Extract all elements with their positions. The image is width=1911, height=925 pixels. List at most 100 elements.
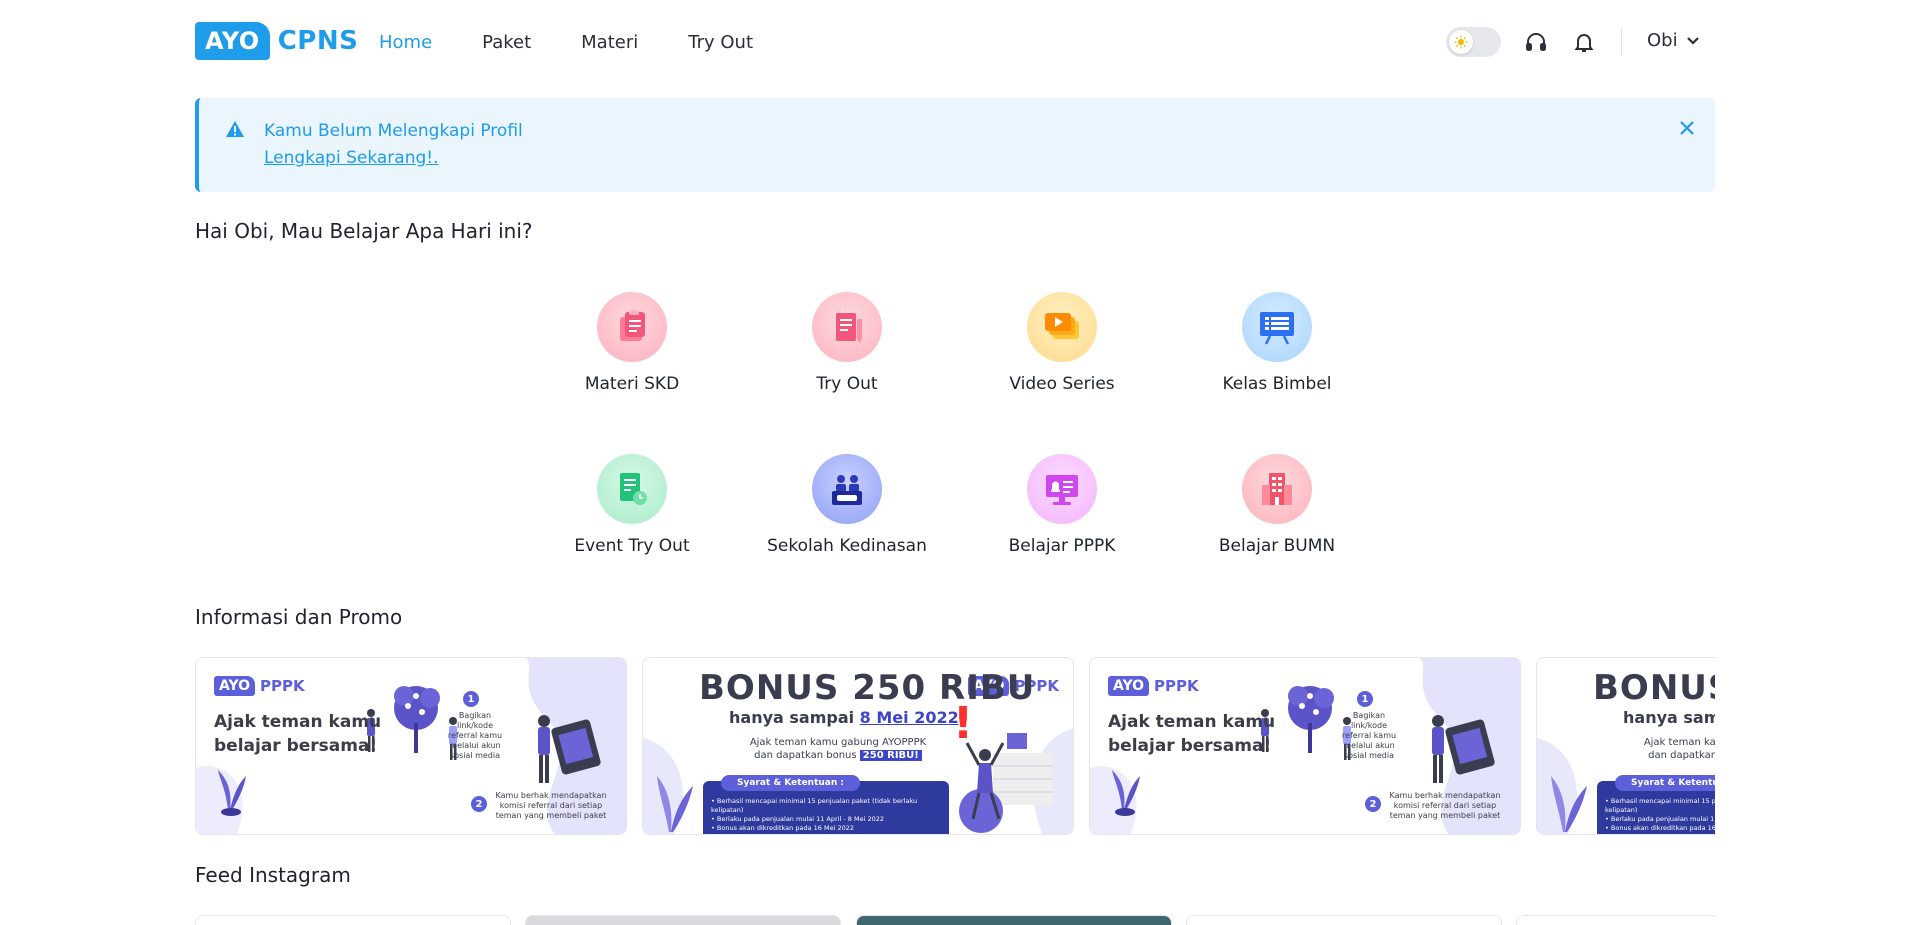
brand-logo-box: AYO	[195, 22, 270, 60]
brand-logo-text: CPNS	[277, 26, 359, 56]
menu-label: Kelas Bimbel	[1222, 374, 1332, 394]
school-podium-icon	[812, 454, 882, 524]
ayo-pppk-logo-text: PPPK	[1154, 677, 1199, 695]
promo-step-2-text: Kamu berhak mendapatkan komisi referral …	[495, 791, 607, 820]
menu-kelas-bimbel[interactable]: Kelas Bimbel	[1177, 292, 1377, 394]
menu-sekolah-kedinasan[interactable]: Sekolah Kedinasan	[747, 454, 947, 556]
whiteboard-icon	[1242, 292, 1312, 362]
theme-toggle[interactable]	[1446, 27, 1501, 57]
brand-logo[interactable]: AYO CPNS	[195, 22, 358, 60]
promo-term: • Berhasil mencapai minimal 15 penjualan…	[1605, 797, 1715, 814]
instagram-post[interactable]	[525, 915, 841, 925]
header-divider	[1621, 28, 1622, 56]
promo-bonus-date: 8 Mei 2022	[859, 708, 959, 727]
nav-try-out[interactable]: Try Out	[688, 30, 753, 56]
promo-bonus-amount: 250 RIBU!	[859, 750, 922, 761]
promo-term: • Berlaku pada penjualan mulai 11 April …	[711, 815, 884, 823]
menu-label: Event Try Out	[574, 536, 690, 556]
menu-label: Sekolah Kedinasan	[767, 536, 927, 556]
close-icon[interactable]	[1677, 118, 1697, 142]
nav-materi[interactable]: Materi	[581, 30, 638, 56]
instagram-post[interactable]	[195, 915, 511, 925]
nav-home[interactable]: Home	[379, 30, 432, 56]
promo-headline: Ajak teman kamu belajar bersama!	[214, 712, 382, 756]
promo-terms-title: Syarat & Ketentuan :	[721, 775, 861, 791]
menu-event-try-out[interactable]: Event Try Out	[532, 454, 732, 556]
promo-bonus-desc-line2: dan dapatkan bonus	[1648, 750, 1715, 761]
nav-paket[interactable]: Paket	[482, 30, 531, 56]
promo-term: • Berhasil mencapai minimal 15 penjualan…	[711, 797, 918, 814]
promo-bonus-desc-line2: dan dapatkan bonus	[754, 750, 857, 761]
promo-terms-box: Syarat & Ketentuan : • Berhasil mencapai…	[1597, 775, 1715, 834]
video-stack-icon	[1027, 292, 1097, 362]
menu-try-out[interactable]: Try Out	[747, 292, 947, 394]
promo-bonus-subtitle-prefix: hanya sampai	[1623, 708, 1715, 727]
promo-section-title: Informasi dan Promo	[195, 605, 403, 629]
promo-terms-list: • Berhasil mencapai minimal 15 penjualan…	[711, 797, 947, 833]
promo-step-1-text: Bagikan link/kode referral kamu melalui …	[447, 711, 503, 760]
menu-belajar-bumn[interactable]: Belajar BUMN	[1177, 454, 1377, 556]
promo-carousel[interactable]: AYO PPPK Ajak teman kamu belajar bersama…	[195, 657, 1715, 835]
document-pencil-icon	[812, 292, 882, 362]
bell-icon[interactable]	[1572, 30, 1596, 54]
menu-belajar-pppk[interactable]: Belajar PPPK	[962, 454, 1162, 556]
top-navbar: AYO CPNS Home Paket Materi Try Out Obi	[0, 0, 1911, 86]
promo-terms-box: Syarat & Ketentuan : • Berhasil mencapai…	[703, 775, 949, 834]
step-number-1: 1	[1357, 691, 1373, 707]
menu-label: Belajar BUMN	[1218, 536, 1336, 556]
menu-label: Materi SKD	[584, 374, 680, 394]
promo-bonus-subtitle: hanya sampai 8 Mei 2022	[729, 708, 959, 727]
building-icon	[1242, 454, 1312, 524]
step-number-2: 2	[471, 796, 487, 812]
menu-label: Try Out	[816, 374, 878, 394]
clipboard-icon	[597, 292, 667, 362]
instagram-post[interactable]	[1186, 915, 1502, 925]
promo-bonus-desc-line1: Ajak teman kamu gabung AYOPPPK	[1643, 737, 1715, 748]
promo-bonus-desc: Ajak teman kamu gabung AYOPPPK dan dapat…	[733, 736, 943, 762]
ayo-pppk-logo-box: AYO	[1108, 676, 1150, 696]
alert-message: Kamu Belum Melengkapi Profil	[264, 121, 523, 141]
instagram-post[interactable]	[1516, 915, 1715, 925]
feed-section-title: Feed Instagram	[195, 863, 351, 887]
menu-label: Belajar PPPK	[1008, 536, 1116, 556]
ayo-pppk-logo: AYO PPPK	[1108, 676, 1199, 696]
menu-materi-skd[interactable]: Materi SKD	[532, 292, 732, 394]
menu-video-series[interactable]: Video Series	[962, 292, 1162, 394]
menu-label: Video Series	[1009, 374, 1115, 394]
step-number-2: 2	[1365, 796, 1381, 812]
ayo-pppk-logo-text: PPPK	[260, 677, 305, 695]
complete-profile-link[interactable]: Lengkapi Sekarang!.	[264, 145, 438, 171]
promo-bonus-subtitle-prefix: hanya sampai	[729, 708, 860, 727]
promo-term: • Berlaku pada penjualan mulai 11 April …	[1605, 815, 1715, 823]
promo-step-2-text: Kamu berhak mendapatkan komisi referral …	[1389, 791, 1501, 820]
step-number-1: 1	[463, 691, 479, 707]
user-menu[interactable]: Obi	[1647, 30, 1700, 51]
ayo-pppk-logo: AYO PPPK	[214, 676, 305, 696]
document-clock-icon	[597, 454, 667, 524]
monitor-bell-icon	[1027, 454, 1097, 524]
main-nav: Home Paket Materi Try Out	[379, 30, 803, 56]
chevron-down-icon	[1686, 36, 1699, 45]
promo-headline: Ajak teman kamu belajar bersama!	[1108, 712, 1276, 756]
greeting-title: Hai Obi, Mau Belajar Apa Hari ini?	[195, 219, 533, 243]
ayo-pppk-logo-box: AYO	[214, 676, 256, 696]
promo-bonus-subtitle: hanya sampai 8 Mei 2022	[1623, 708, 1715, 727]
user-name: Obi	[1647, 30, 1678, 51]
sun-icon	[1449, 30, 1473, 54]
promo-bonus-title: BONUS 250 RIBU	[1593, 668, 1715, 708]
promo-step-1-text: Bagikan link/kode referral kamu melalui …	[1341, 711, 1397, 760]
promo-card-referral[interactable]: AYO PPPK Ajak teman kamu belajar bersama…	[1089, 657, 1521, 835]
promo-terms-title: Syarat & Ketentuan :	[1615, 775, 1715, 791]
promo-bonus-desc-line1: Ajak teman kamu gabung AYOPPPK	[749, 737, 927, 748]
instagram-post[interactable]	[856, 915, 1172, 925]
promo-bonus-desc: Ajak teman kamu gabung AYOPPPK dan dapat…	[1627, 736, 1715, 762]
warning-icon	[225, 120, 245, 142]
promo-term: • Bonus akan dikreditkan pada 16 Mei 202…	[711, 824, 854, 832]
promo-terms-list: • Berhasil mencapai minimal 15 penjualan…	[1605, 797, 1715, 833]
profile-alert: Kamu Belum Melengkapi Profil Lengkapi Se…	[195, 98, 1715, 192]
promo-bonus-title: BONUS 250 RIBU	[699, 668, 1036, 708]
promo-card-referral[interactable]: AYO PPPK Ajak teman kamu belajar bersama…	[195, 657, 627, 835]
promo-card-bonus[interactable]: BONUS 250 RIBU hanya sampai 8 Mei 2022 A…	[1536, 657, 1715, 835]
promo-card-bonus[interactable]: ! AYO PPPK BONUS 250 RIBU hanya sampai 8…	[642, 657, 1074, 835]
headset-icon[interactable]	[1524, 30, 1548, 54]
